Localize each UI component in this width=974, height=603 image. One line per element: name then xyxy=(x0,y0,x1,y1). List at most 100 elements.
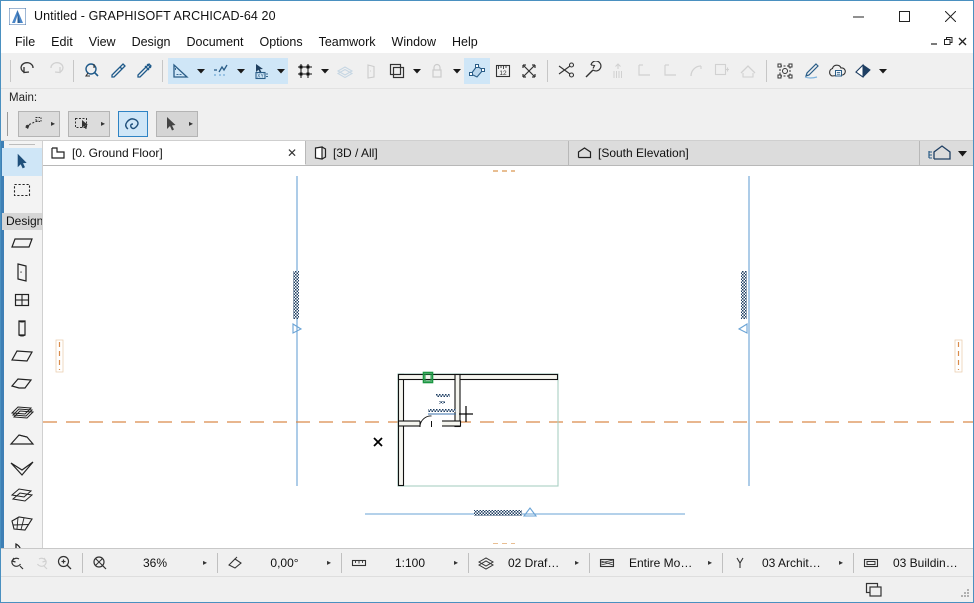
cascade-windows-button[interactable] xyxy=(861,579,887,601)
tool-stair[interactable] xyxy=(2,398,42,426)
pen-set-caret[interactable]: ▸ xyxy=(834,551,848,575)
palette-grip[interactable] xyxy=(7,111,10,136)
lasso-drag-cell[interactable] xyxy=(118,110,148,137)
snap-guides-dropdown[interactable] xyxy=(234,57,248,84)
wall-panel-button[interactable] xyxy=(358,58,384,84)
menu-teamwork[interactable]: Teamwork xyxy=(311,32,384,52)
pen-set-field[interactable]: 03 Architectu... ▸ xyxy=(728,551,848,575)
cloud-info-button[interactable] xyxy=(824,58,850,84)
magic-wand-button[interactable] xyxy=(579,58,605,84)
ruler-12-button[interactable]: 12 xyxy=(490,58,516,84)
guide-lines-dropdown[interactable] xyxy=(194,57,208,84)
menu-design[interactable]: Design xyxy=(124,32,179,52)
renovation-filter-dropdown[interactable] xyxy=(876,58,890,84)
zoom-level-field[interactable]: 36% ▸ xyxy=(112,551,212,575)
guide-lines-button[interactable] xyxy=(168,57,194,84)
menu-edit[interactable]: Edit xyxy=(43,32,81,52)
undo-button[interactable] xyxy=(16,58,42,84)
tab-south-elevation[interactable]: [South Elevation] xyxy=(569,141,920,165)
arrow-pointer-cell[interactable]: ▸ xyxy=(156,110,198,137)
tool-beam[interactable] xyxy=(2,342,42,370)
zoom-previous-button[interactable] xyxy=(5,551,29,575)
split-button[interactable] xyxy=(709,58,735,84)
snap-guides-button[interactable] xyxy=(208,57,234,84)
padlock-button[interactable] xyxy=(424,58,450,84)
marquee-stretch-button[interactable] xyxy=(516,58,542,84)
tool-marquee[interactable] xyxy=(2,176,42,204)
padlock-dropdown[interactable] xyxy=(450,58,464,84)
grid-snap-button[interactable] xyxy=(292,58,318,84)
document-close-button[interactable] xyxy=(956,33,969,49)
model-view-options-field[interactable]: 03 Building ... ▸ xyxy=(859,551,974,575)
multiply-button[interactable] xyxy=(605,58,631,84)
zoom-level-caret[interactable]: ▸ xyxy=(198,551,212,575)
pen-edit-button[interactable] xyxy=(798,58,824,84)
menu-document[interactable]: Document xyxy=(179,32,252,52)
document-minimize-button[interactable] xyxy=(928,33,941,49)
tool-morph[interactable] xyxy=(2,482,42,510)
element-snap-button[interactable] xyxy=(464,57,490,84)
tool-wall[interactable] xyxy=(2,230,42,258)
find-select-button[interactable] xyxy=(79,58,105,84)
chevron-down-icon[interactable] xyxy=(958,150,967,157)
menu-file[interactable]: File xyxy=(7,32,43,52)
display-options-dropdown[interactable] xyxy=(410,58,424,84)
scale-caret[interactable]: ▸ xyxy=(449,551,463,575)
grid-snap-dropdown[interactable] xyxy=(318,58,332,84)
tool-window[interactable] xyxy=(2,286,42,314)
intersect-button[interactable] xyxy=(657,58,683,84)
arrow-pointer-caret[interactable]: ▸ xyxy=(185,112,197,136)
measure-arrow-caret[interactable]: ▸ xyxy=(47,112,59,136)
tool-door[interactable] xyxy=(2,258,42,286)
menu-window[interactable]: Window xyxy=(384,32,444,52)
scale-field[interactable]: 1:100 ▸ xyxy=(347,551,463,575)
scissors-button[interactable] xyxy=(553,58,579,84)
tool-palette-tooltip: Designr xyxy=(2,213,42,230)
fillet-arc-button[interactable] xyxy=(683,58,709,84)
structure-display-field[interactable]: Entire Model ▸ xyxy=(595,551,717,575)
document-restore-button[interactable] xyxy=(942,33,955,49)
tool-curtain-wall[interactable] xyxy=(2,538,42,548)
zoom-in-button[interactable] xyxy=(53,551,77,575)
elevation-view-icon[interactable] xyxy=(926,144,954,162)
orientation-caret[interactable]: ▸ xyxy=(322,551,336,575)
tool-shell[interactable] xyxy=(2,454,42,482)
close-button[interactable] xyxy=(927,1,973,31)
tab-3d-all[interactable]: [3D / All] xyxy=(306,141,569,165)
tool-mesh[interactable] xyxy=(2,510,42,538)
adjust-corner-button[interactable] xyxy=(631,58,657,84)
orientation-field[interactable]: 0,00° ▸ xyxy=(223,551,336,575)
tab-ground-floor-close[interactable]: ✕ xyxy=(277,146,297,160)
resize-grip-icon[interactable] xyxy=(958,587,970,599)
model-view-options-caret[interactable]: ▸ xyxy=(969,551,974,575)
coordinate-xy-button[interactable]: XY xyxy=(248,57,274,84)
tab-ground-floor[interactable]: [0. Ground Floor] ✕ xyxy=(43,141,306,165)
menu-options[interactable]: Options xyxy=(251,32,310,52)
marquee-pointer-cell[interactable]: ▸ xyxy=(68,110,110,137)
tool-arrow[interactable] xyxy=(1,148,42,176)
layer-combination-caret[interactable]: ▸ xyxy=(570,551,584,575)
layer-combination-field[interactable]: 02 Drafting ▸ xyxy=(474,551,584,575)
menu-help[interactable]: Help xyxy=(444,32,486,52)
minimize-button[interactable] xyxy=(835,1,881,31)
eyedropper-icon-button[interactable] xyxy=(105,58,131,84)
marquee-pointer-caret[interactable]: ▸ xyxy=(97,112,109,136)
fit-in-window-button[interactable] xyxy=(88,551,112,575)
tool-slab[interactable] xyxy=(2,370,42,398)
floor-plan-canvas[interactable] xyxy=(43,166,973,548)
display-options-button[interactable] xyxy=(384,58,410,84)
redo-button[interactable] xyxy=(42,58,68,84)
tool-column[interactable] xyxy=(2,314,42,342)
layers-button[interactable] xyxy=(332,58,358,84)
measure-arrow-cell[interactable]: ▸ xyxy=(18,110,60,137)
zoom-next-button[interactable] xyxy=(29,551,53,575)
maximize-button[interactable] xyxy=(881,1,927,31)
tool-roof[interactable] xyxy=(2,426,42,454)
group-nodes-button[interactable] xyxy=(772,58,798,84)
coordinate-xy-dropdown[interactable] xyxy=(274,57,288,84)
menu-view[interactable]: View xyxy=(81,32,124,52)
structure-display-caret[interactable]: ▸ xyxy=(703,551,717,575)
renovation-filter-button[interactable] xyxy=(850,58,876,84)
roof-house-button[interactable] xyxy=(735,58,761,84)
syringe-icon-button[interactable] xyxy=(131,58,157,84)
